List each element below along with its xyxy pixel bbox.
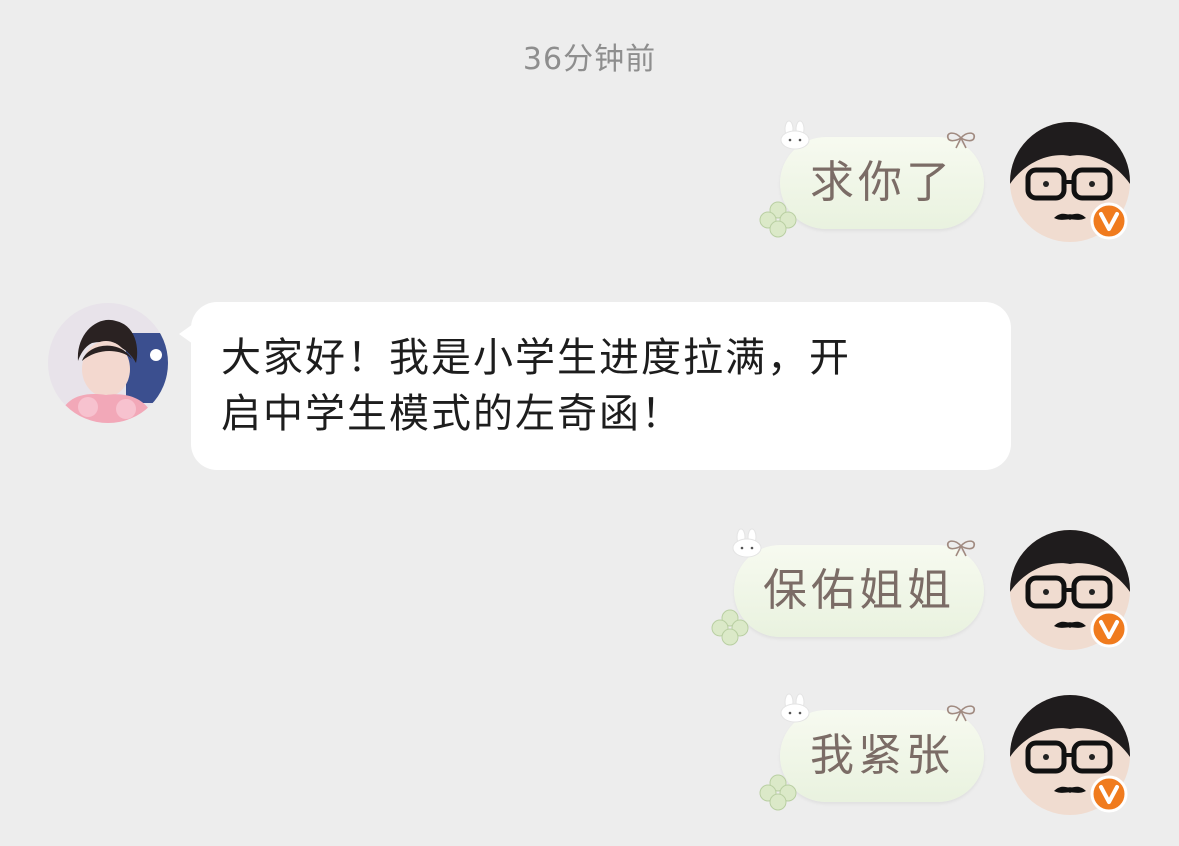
bow-icon (946, 132, 976, 149)
verified-v-badge-icon (1090, 610, 1128, 648)
message-line-2: 启中学生模式的左奇函！ (221, 391, 683, 437)
incoming-bubble[interactable]: 大家好！我是小学生进度拉满，开 启中学生模式的左奇函！ (179, 302, 1011, 470)
bow-icon (946, 540, 976, 557)
message-text: 我紧张 (810, 730, 954, 781)
self-avatar[interactable] (1010, 122, 1130, 242)
verified-v-badge-icon (1090, 775, 1128, 813)
bunny-icon (780, 120, 810, 150)
clover-icon (759, 201, 797, 238)
outgoing-bubble[interactable]: 我紧张 (780, 710, 984, 802)
bunny-icon (780, 693, 810, 723)
bow-icon (946, 705, 976, 722)
verified-v-badge-icon (1090, 202, 1128, 240)
message-line-1: 大家好！我是小学生进度拉满，开 (221, 335, 851, 381)
outgoing-bubble[interactable]: 求你了 (780, 137, 984, 229)
clover-icon (711, 609, 749, 646)
message-text: 大家好！我是小学生进度拉满，开 启中学生模式的左奇函！ (221, 330, 981, 442)
bubble-tail (179, 324, 193, 344)
bunny-icon (732, 528, 762, 558)
timestamp: 36分钟前 (522, 42, 657, 77)
message-text: 保佑姐姐 (763, 565, 955, 616)
self-avatar[interactable] (1010, 695, 1130, 815)
message-text: 求你了 (810, 157, 954, 208)
self-avatar[interactable] (1010, 530, 1130, 650)
contact-avatar[interactable] (48, 303, 168, 423)
clover-icon (759, 774, 797, 811)
outgoing-bubble[interactable]: 保佑姐姐 (734, 545, 984, 637)
